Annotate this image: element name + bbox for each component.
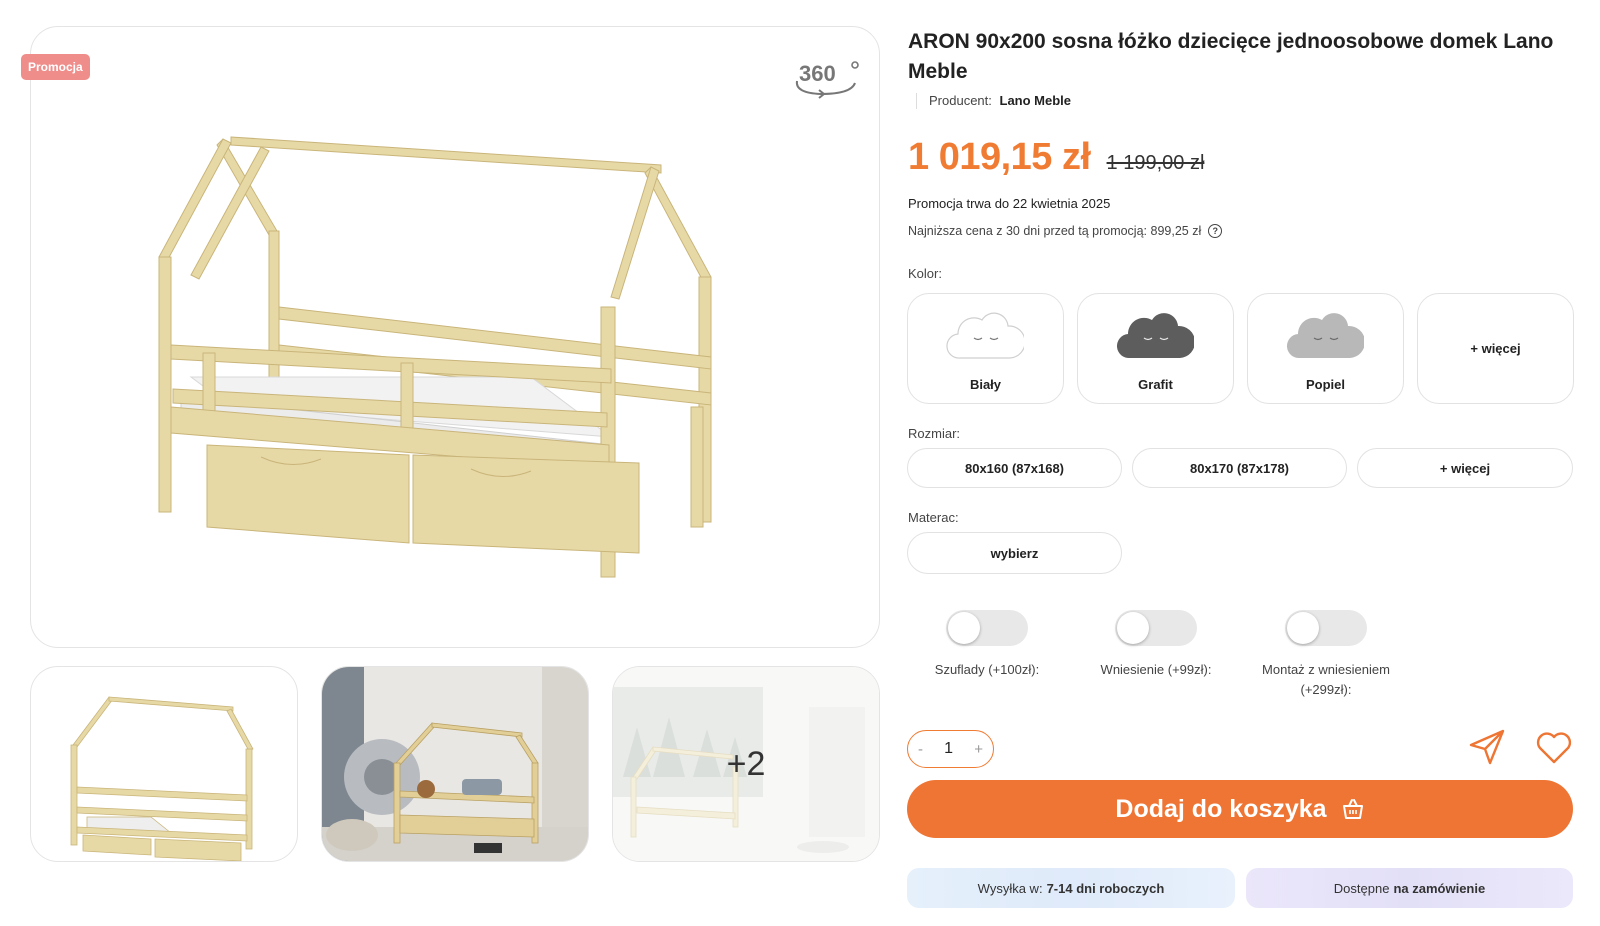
add-to-cart-button[interactable]: Dodaj do koszyka <box>907 780 1573 838</box>
color-option-white[interactable]: Biały <box>907 293 1064 404</box>
thumbnail-3[interactable]: +2 <box>612 666 880 862</box>
shipping-info: Wysyłka w: 7-14 dni roboczych <box>907 868 1235 908</box>
rotate-360-icon[interactable]: 360 <box>791 57 861 101</box>
heart-icon[interactable] <box>1535 728 1573 766</box>
toggle-carry-in: Wniesienie (+99zł): <box>1076 610 1236 680</box>
switch-knob <box>948 612 980 644</box>
color-label: Kolor: <box>908 266 942 281</box>
mattress-select[interactable]: wybierz <box>907 532 1122 574</box>
color-more-button[interactable]: + więcej <box>1417 293 1574 404</box>
producer-label: Producent: <box>929 93 992 108</box>
ash-cloud-icon <box>1287 313 1364 359</box>
switch-knob <box>1287 612 1319 644</box>
thumbnail-2[interactable] <box>321 666 589 862</box>
promo-until-text: Promocja trwa do 22 kwietnia 2025 <box>908 196 1111 211</box>
drawers-switch[interactable] <box>946 610 1028 646</box>
mattress-label: Materac: <box>908 510 959 525</box>
thumbnail-1[interactable] <box>30 666 298 862</box>
graphite-cloud-icon <box>1117 313 1194 359</box>
add-to-cart-label: Dodaj do koszyka <box>1115 794 1327 823</box>
producer-name[interactable]: Lano Meble <box>1000 93 1072 108</box>
quantity-value[interactable]: 1 <box>944 740 953 758</box>
size-more-button[interactable]: + więcej <box>1357 448 1573 488</box>
color-option-ash[interactable]: Popiel <box>1247 293 1404 404</box>
old-price: 1 199,00 zł <box>1106 152 1205 174</box>
promo-badge: Promocja <box>21 54 90 80</box>
size-option-80x160[interactable]: 80x160 (87x168) <box>907 448 1122 488</box>
lowest-price-info: Najniższa cena z 30 dni przed tą promocj… <box>908 224 1223 238</box>
shipping-label: Wysyłka w: <box>977 880 1043 896</box>
current-price: 1 019,15 zł <box>908 136 1091 178</box>
producer: Producent: Lano Meble <box>916 93 1071 109</box>
quantity-stepper: - 1 + <box>907 730 994 768</box>
color-name: Biały <box>969 377 1002 392</box>
quantity-decrease-button[interactable]: - <box>918 741 923 758</box>
assembly-switch[interactable] <box>1285 610 1367 646</box>
toggle-label: Montaż z wniesieniem (+299zł): <box>1262 662 1390 697</box>
lowest-price-text: Najniższa cena z 30 dni przed tą promocj… <box>908 224 1202 238</box>
carry-in-switch[interactable] <box>1115 610 1197 646</box>
question-icon[interactable]: ? <box>1208 224 1223 238</box>
white-cloud-icon <box>946 312 1024 359</box>
price-row: 1 019,15 zł 1 199,00 zł <box>908 136 1204 179</box>
share-icon[interactable] <box>1468 728 1506 766</box>
toggle-drawers: Szuflady (+100zł): <box>907 610 1067 680</box>
toggle-label: Wniesienie (+99zł): <box>1100 662 1212 677</box>
shipping-value: 7-14 dni roboczych <box>1046 880 1165 896</box>
basket-icon <box>1342 799 1363 819</box>
more-photos-overlay[interactable]: +2 <box>613 667 879 861</box>
color-name: Grafit <box>1138 377 1173 392</box>
availability-info: Dostępne na zamówienie <box>1246 868 1573 908</box>
availability-label: Dostępne <box>1333 880 1390 896</box>
thumbnail-room-image <box>322 667 588 861</box>
color-name: Popiel <box>1305 377 1345 392</box>
quantity-increase-button[interactable]: + <box>974 741 983 758</box>
availability-value: na zamówienie <box>1393 880 1486 896</box>
size-label: Rozmiar: <box>908 426 961 441</box>
size-option-80x170[interactable]: 80x170 (87x178) <box>1132 448 1347 488</box>
color-option-graphite[interactable]: Grafit <box>1077 293 1234 404</box>
svg-text:360: 360 <box>799 61 836 86</box>
toggle-label: Szuflady (+100zł): <box>934 662 1040 677</box>
toggle-assembly: Montaż z wniesieniem (+299zł): <box>1246 610 1406 700</box>
thumbnail-bed-image <box>70 696 254 861</box>
bed-illustration <box>158 136 712 578</box>
product-title: ARON 90x200 sosna łóżko dziecięce jednoo… <box>908 30 1554 83</box>
color-more-label: + więcej <box>1470 341 1521 356</box>
switch-knob <box>1117 612 1149 644</box>
main-product-image[interactable]: 360 <box>30 26 880 648</box>
